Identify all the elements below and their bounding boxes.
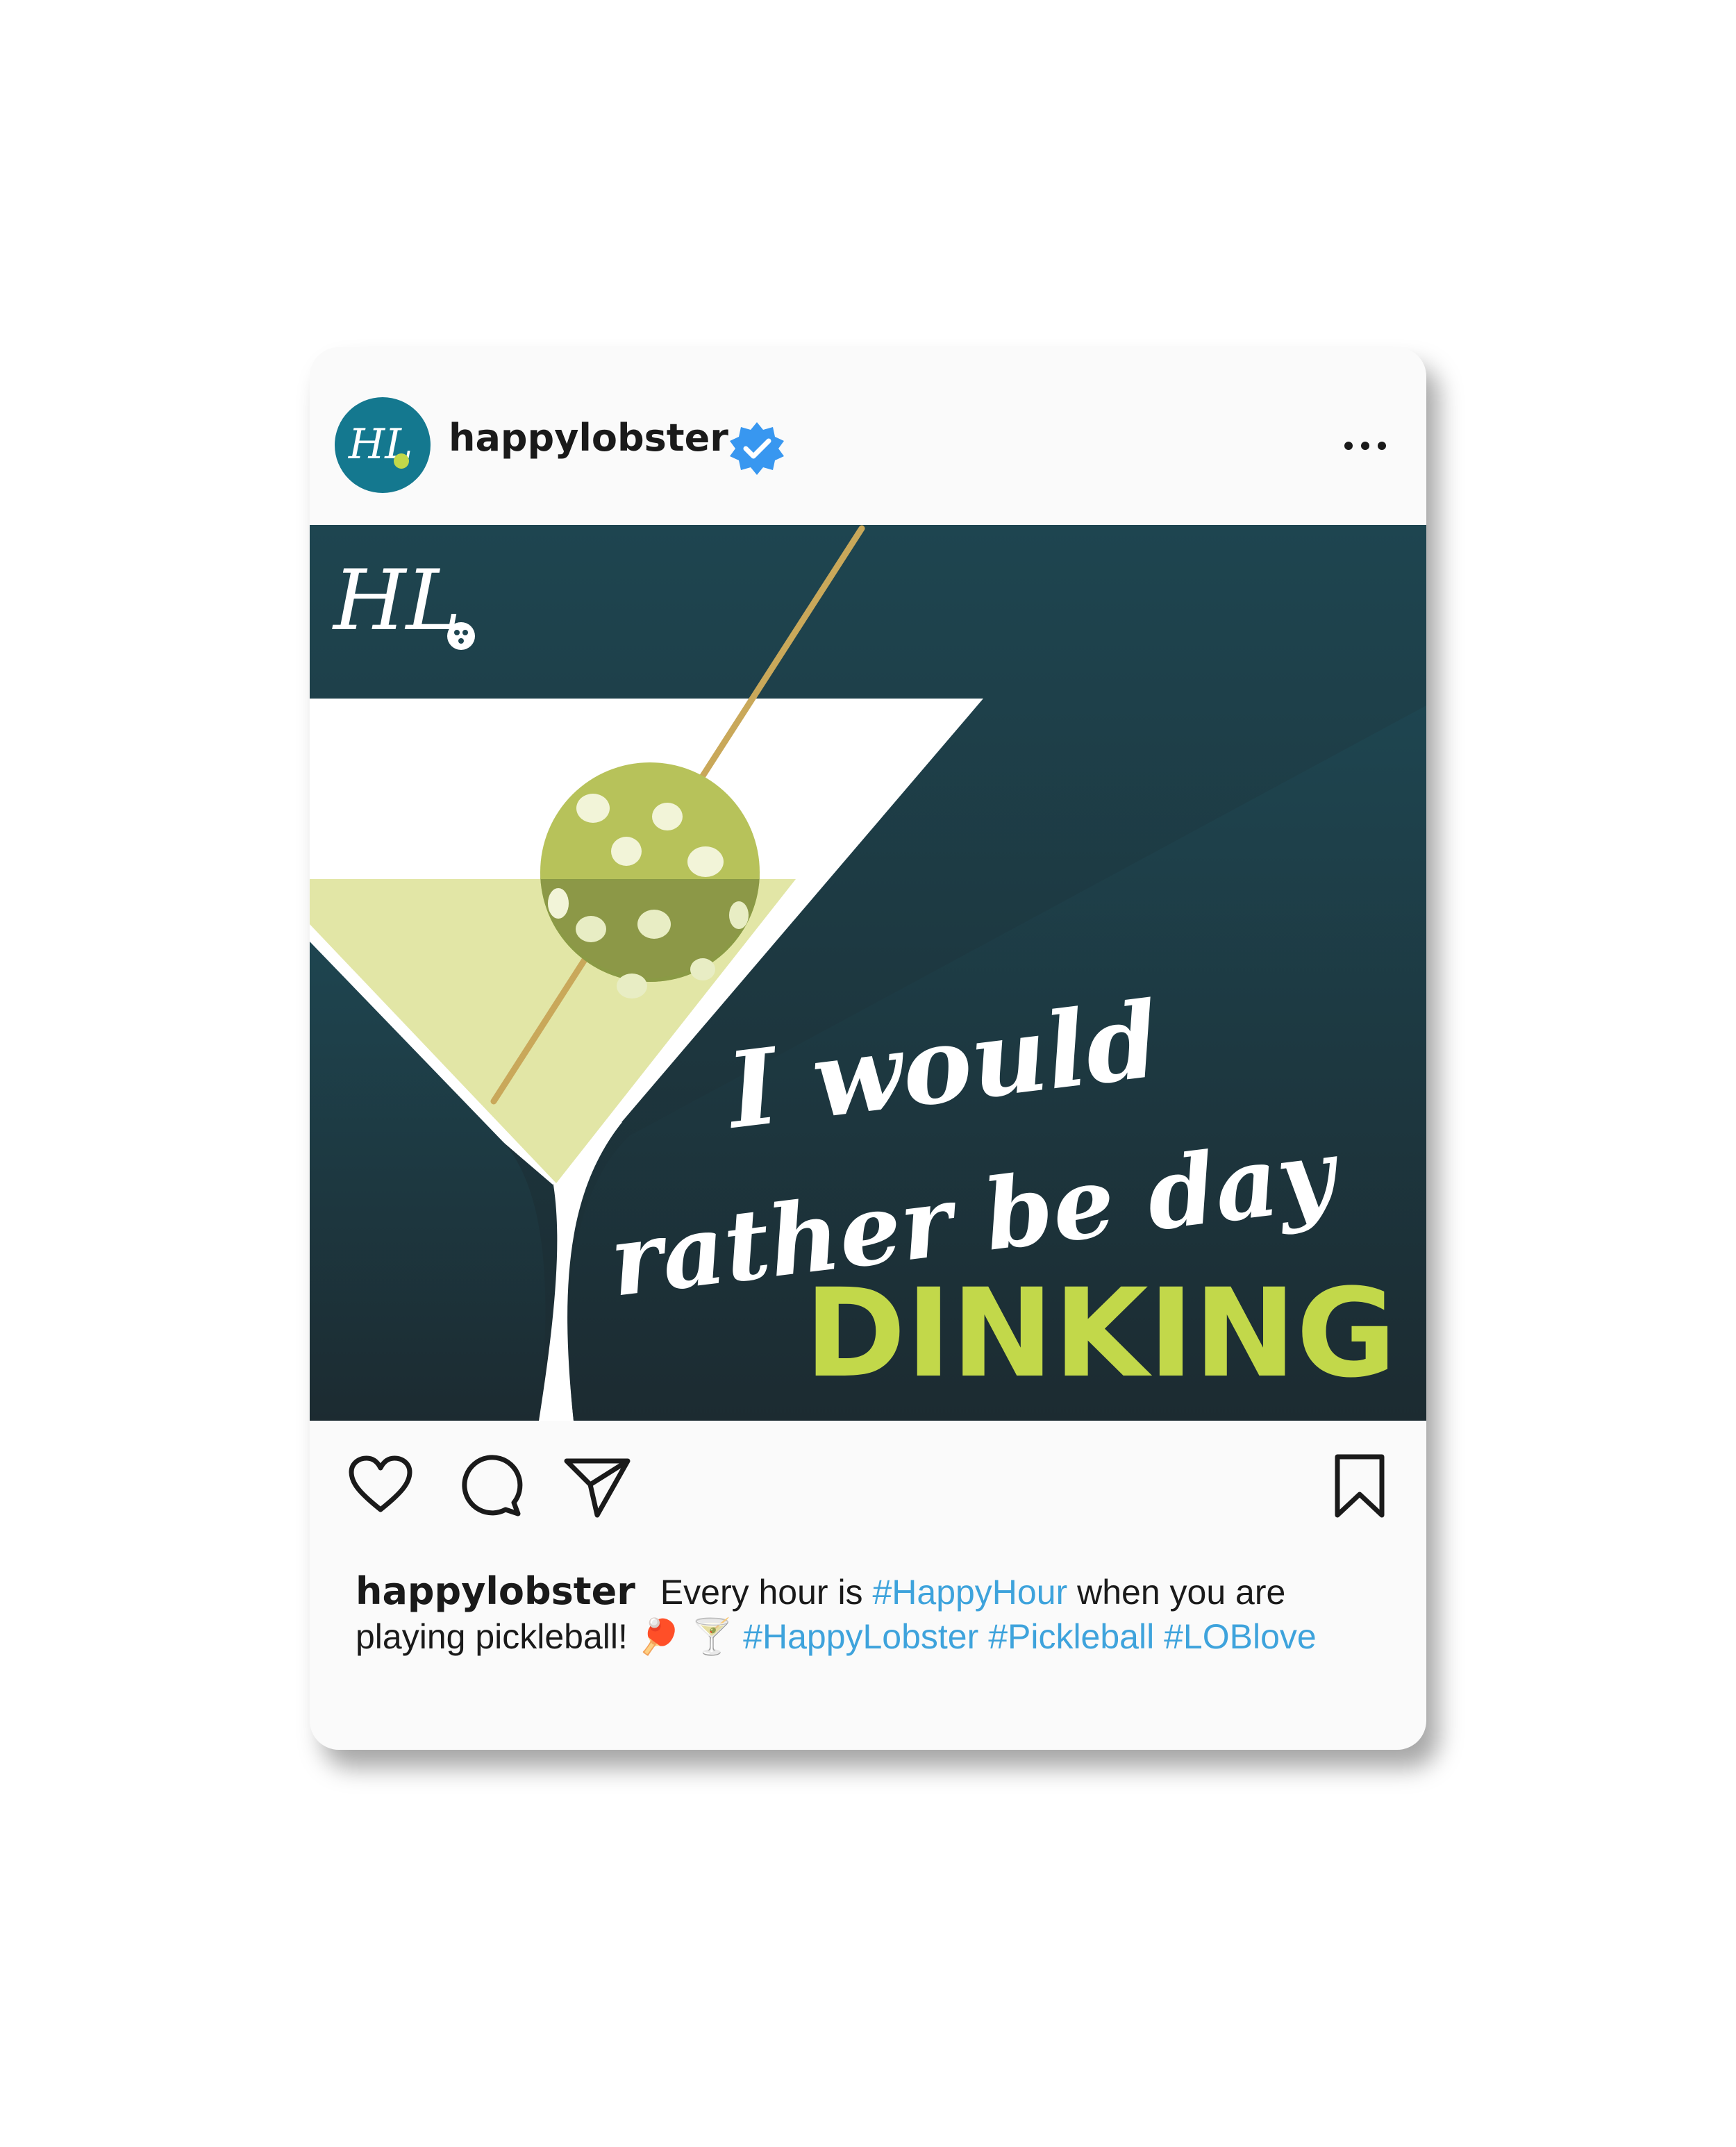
hl-logo-text: HL xyxy=(332,553,461,649)
hashtag-loblove[interactable]: #LOBlove xyxy=(1164,1617,1317,1656)
headline-emphasis: DINKING xyxy=(805,1262,1397,1405)
like-button[interactable] xyxy=(346,1451,415,1521)
pickleball-dot-icon xyxy=(394,453,409,469)
hashtag-pickleball[interactable]: #Pickleball xyxy=(988,1617,1154,1656)
post-header: HL happylobster xyxy=(310,347,1426,524)
avatar[interactable]: HL xyxy=(335,397,431,493)
verified-badge-icon xyxy=(729,421,785,476)
comment-icon xyxy=(462,1455,523,1517)
caption-text-1: Every hour is xyxy=(660,1573,863,1612)
logo-pickleball-icon xyxy=(447,622,475,650)
hashtag-happylobster[interactable]: #HappyLobster xyxy=(743,1617,978,1656)
instagram-post-card: HL happylobster HL I would rather be day… xyxy=(310,347,1426,1750)
emoji-martini: 🍸 xyxy=(690,1617,734,1656)
share-button[interactable] xyxy=(562,1451,632,1521)
more-options-button[interactable] xyxy=(1337,425,1393,467)
heart-icon xyxy=(349,1455,412,1512)
hashtag-happyhour[interactable]: #HappyHour xyxy=(872,1573,1067,1612)
more-horizontal-icon xyxy=(1344,442,1386,450)
emoji-paddle: 🏓 xyxy=(637,1617,681,1656)
hl-logo: HL xyxy=(332,553,475,650)
post-caption: happylobster Every hour is #HappyHour wh… xyxy=(356,1569,1355,1659)
bookmark-icon xyxy=(1335,1454,1385,1518)
post-username[interactable]: happylobster xyxy=(449,419,728,457)
caption-username[interactable]: happylobster xyxy=(356,1569,635,1613)
comment-button[interactable] xyxy=(456,1451,525,1521)
post-image[interactable]: HL I would rather be day DINKING xyxy=(310,525,1426,1421)
avatar-logo-icon: HL xyxy=(348,420,412,469)
send-icon xyxy=(564,1458,631,1518)
save-button[interactable] xyxy=(1325,1451,1394,1521)
